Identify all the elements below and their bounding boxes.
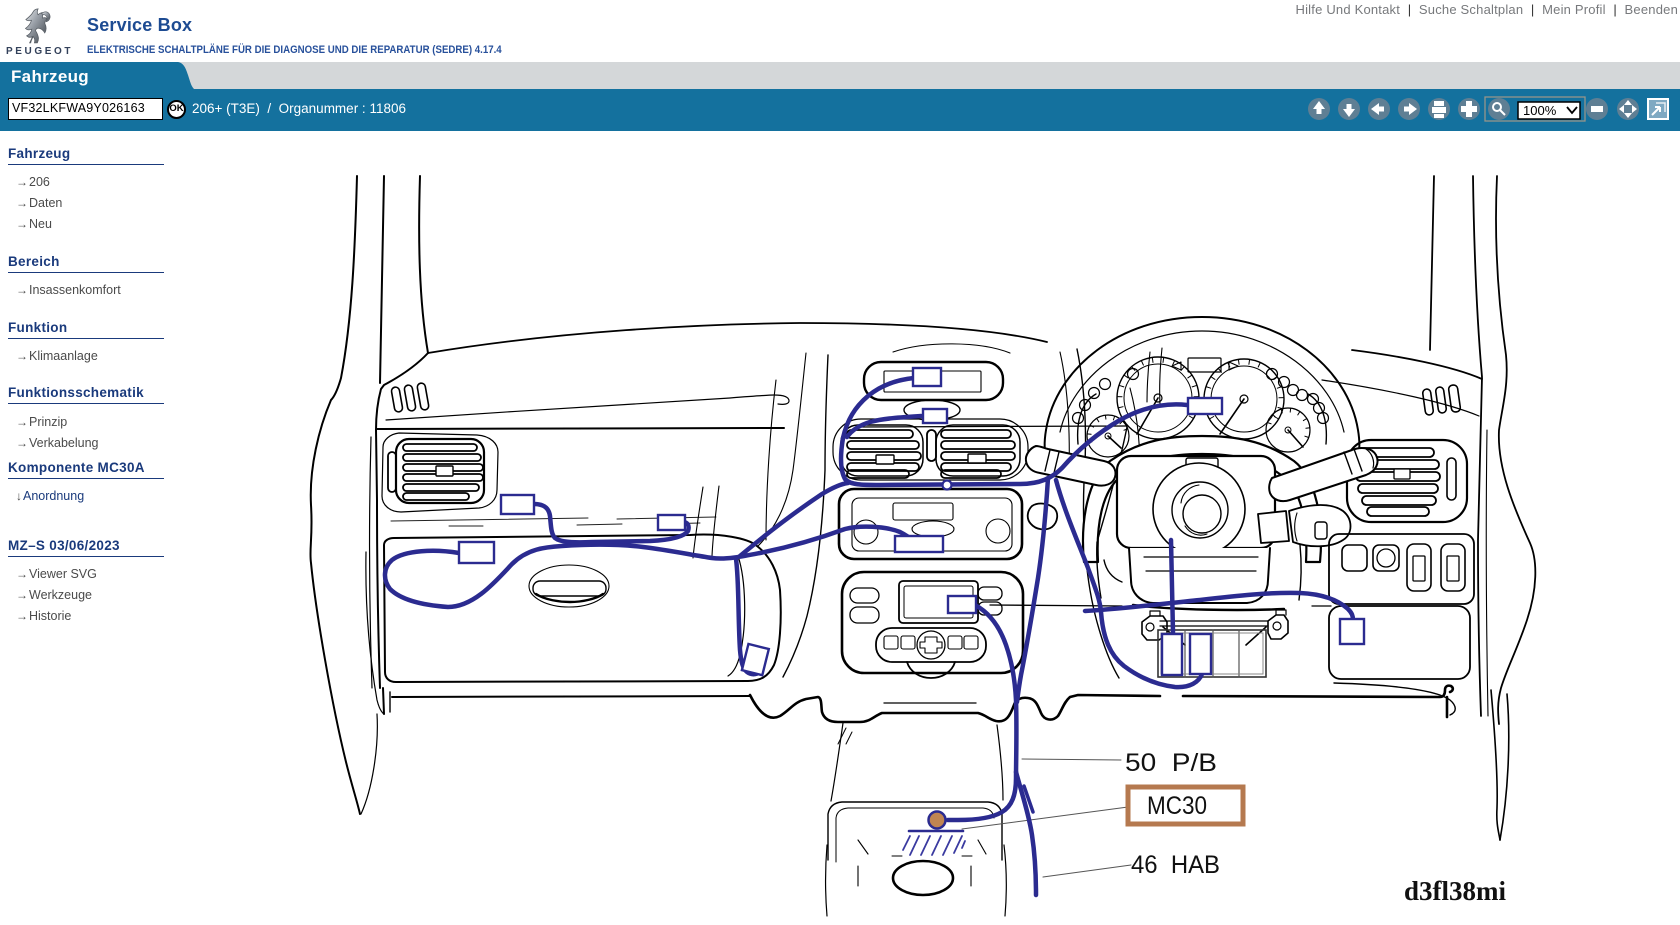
svg-text:MC30: MC30 [1147, 792, 1207, 820]
svg-text:46 HAB: 46 HAB [1131, 851, 1220, 879]
svg-text:d3fl38mi: d3fl38mi [1404, 876, 1507, 906]
svg-text:50 P/B: 50 P/B [1125, 749, 1217, 777]
